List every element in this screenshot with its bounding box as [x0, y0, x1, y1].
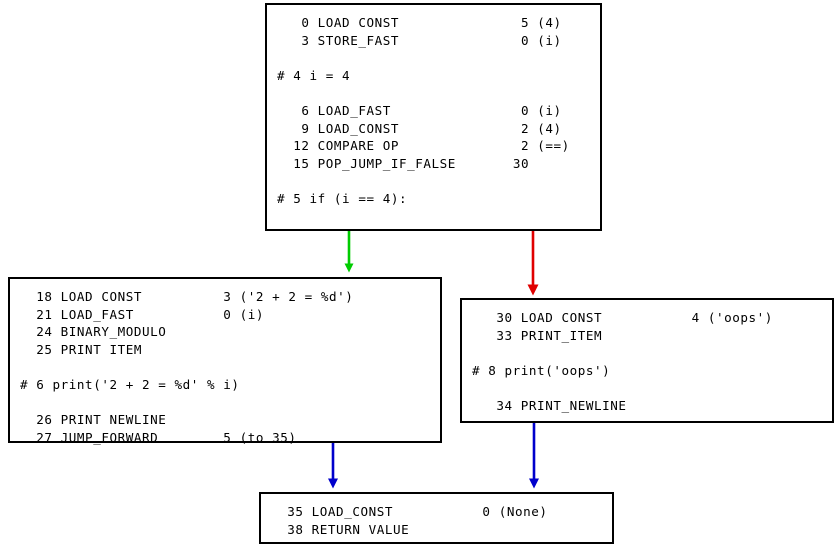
block-false-branch-text: 30 LOAD CONST 4 ('oops') 33 PRINT_ITEM #… [472, 310, 773, 413]
block-entry-text: 0 LOAD CONST 5 (4) 3 STORE_FAST 0 (i) # … [277, 15, 570, 206]
cfg-canvas: 0 LOAD CONST 5 (4) 3 STORE_FAST 0 (i) # … [0, 0, 839, 548]
block-true-branch-text: 18 LOAD CONST 3 ('2 + 2 = %d') 21 LOAD_F… [20, 289, 354, 445]
block-true-branch[interactable]: 18 LOAD CONST 3 ('2 + 2 = %d') 21 LOAD_F… [8, 277, 442, 445]
block-exit[interactable]: 35 LOAD_CONST 0 (None) 38 RETURN VALUE [259, 492, 614, 544]
block-false-branch[interactable]: 30 LOAD CONST 4 ('oops') 33 PRINT_ITEM #… [460, 298, 834, 423]
block-exit-text: 35 LOAD_CONST 0 (None) 38 RETURN VALUE [287, 504, 548, 537]
block-entry[interactable]: 0 LOAD CONST 5 (4) 3 STORE_FAST 0 (i) # … [265, 3, 602, 231]
